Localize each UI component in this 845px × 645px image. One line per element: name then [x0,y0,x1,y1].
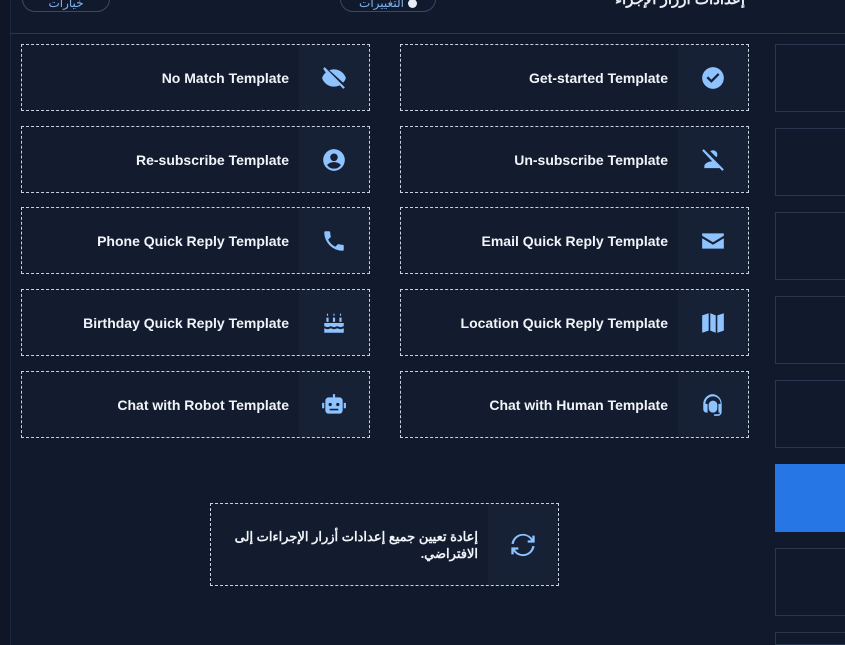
side-nav-tile[interactable] [775,128,845,196]
template-label: Re-subscribe Template [135,151,289,168]
template-label: Un-subscribe Template [514,151,668,168]
template-label: Phone Quick Reply Template [97,232,289,249]
template-label: Location Quick Reply Template [460,314,668,331]
changes-label: التغييرات [359,0,404,10]
template-label: Chat with Robot Template [117,396,289,413]
side-nav-tile[interactable] [775,296,845,364]
user-circle-icon [299,127,369,192]
robot-icon [299,372,369,437]
side-nav-tile[interactable] [775,212,845,280]
template-card-re-subscribe[interactable]: Re-subscribe Template [21,126,370,193]
reset-label: إعادة تعيين جميع إعدادات أزرار الإجراءات… [234,528,478,561]
birthday-cake-icon [299,290,369,355]
template-card-un-subscribe[interactable]: Un-subscribe Template [400,126,749,193]
template-label: Get-started Template [529,69,668,86]
side-nav-tile-active[interactable] [775,464,845,532]
template-label: No Match Template [161,69,289,86]
phone-icon [299,208,369,273]
changes-button[interactable]: التغييرات [340,0,436,12]
template-label: Birthday Quick Reply Template [83,314,289,331]
side-nav-tile[interactable] [775,548,845,616]
options-label: خيارات [48,0,84,10]
top-bar: خيارات التغييرات إعدادات أزرار الإجراء [10,0,845,34]
envelope-icon [678,208,748,273]
dot-icon [407,0,417,8]
headset-icon [678,372,748,437]
left-sidebar-edge [0,0,11,645]
page-title: إعدادات أزرار الإجراء [615,0,745,8]
sync-icon [488,504,558,585]
template-card-chat-with-human[interactable]: Chat with Human Template [400,371,749,438]
user-slash-icon [678,127,748,192]
options-button[interactable]: خيارات [22,0,110,12]
map-icon [678,290,748,355]
eye-slash-icon [299,45,369,110]
template-card-no-match[interactable]: No Match Template [21,44,370,111]
template-card-email-quick-reply[interactable]: Email Quick Reply Template [400,207,749,274]
template-label: Email Quick Reply Template [481,232,668,249]
template-card-birthday-quick-reply[interactable]: Birthday Quick Reply Template [21,289,370,356]
template-card-phone-quick-reply[interactable]: Phone Quick Reply Template [21,207,370,274]
check-circle-icon [678,45,748,110]
template-card-chat-with-robot[interactable]: Chat with Robot Template [21,371,370,438]
side-nav-tile[interactable] [775,44,845,112]
template-label: Chat with Human Template [489,396,668,413]
side-nav-tile[interactable] [775,632,845,645]
side-nav-tile[interactable] [775,380,845,448]
template-card-location-quick-reply[interactable]: Location Quick Reply Template [400,289,749,356]
reset-all-defaults-button[interactable]: إعادة تعيين جميع إعدادات أزرار الإجراءات… [210,503,559,586]
template-card-get-started[interactable]: Get-started Template [400,44,749,111]
